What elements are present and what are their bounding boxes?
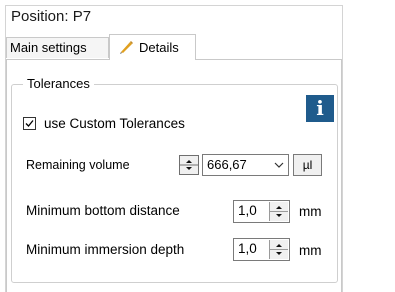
details-content: Tolerances i use Custom Tolerances Remai…: [6, 60, 342, 292]
use-custom-tolerances-checkbox[interactable]: [23, 116, 36, 130]
min-bottom-distance-input[interactable]: 1,0: [233, 200, 290, 223]
remaining-volume-label: Remaining volume: [26, 158, 130, 172]
spin-down-icon[interactable]: [276, 252, 282, 255]
min-immersion-depth-value: 1,0: [238, 241, 257, 256]
tab-main-settings[interactable]: Main settings: [6, 37, 109, 58]
checkmark-icon: [25, 119, 34, 127]
pencil-icon: [118, 37, 134, 54]
min-immersion-depth-label: Minimum immersion depth: [26, 242, 185, 257]
spin-up-icon[interactable]: [276, 206, 282, 209]
volume-unit-button[interactable]: µl: [293, 154, 322, 176]
spin-down-icon[interactable]: [276, 214, 282, 217]
use-custom-tolerances-label: use Custom Tolerances: [44, 115, 185, 131]
min-immersion-depth-unit: mm: [299, 243, 322, 258]
info-button[interactable]: i: [306, 95, 334, 122]
spin-up-icon[interactable]: [276, 244, 282, 247]
tab-details[interactable]: Details: [109, 34, 196, 60]
window-title: Position: P7: [11, 8, 92, 25]
min-bottom-distance-spinner[interactable]: [269, 202, 288, 221]
use-custom-tolerances-checkbox-row[interactable]: use Custom Tolerances: [23, 114, 185, 132]
tab-label: Main settings: [10, 40, 87, 55]
remaining-volume-spinner[interactable]: [179, 155, 199, 175]
chevron-down-icon[interactable]: [274, 161, 284, 169]
min-bottom-distance-value: 1,0: [238, 203, 257, 218]
position-dialog: Position: P7 Main settings Details Toler…: [5, 5, 343, 292]
tolerances-group-label: Tolerances: [23, 76, 94, 91]
remaining-volume-combobox[interactable]: 666,67: [202, 154, 289, 176]
tab-label: Details: [139, 40, 179, 55]
tab-bar: Main settings Details: [6, 34, 342, 60]
remaining-volume-value: 666,67: [207, 157, 247, 172]
min-bottom-distance-label: Minimum bottom distance: [26, 203, 180, 218]
min-immersion-depth-spinner[interactable]: [269, 240, 288, 259]
min-bottom-distance-unit: mm: [299, 204, 322, 219]
spin-up-icon[interactable]: [186, 160, 192, 163]
min-immersion-depth-input[interactable]: 1,0: [233, 238, 290, 261]
spin-down-icon[interactable]: [186, 167, 192, 170]
